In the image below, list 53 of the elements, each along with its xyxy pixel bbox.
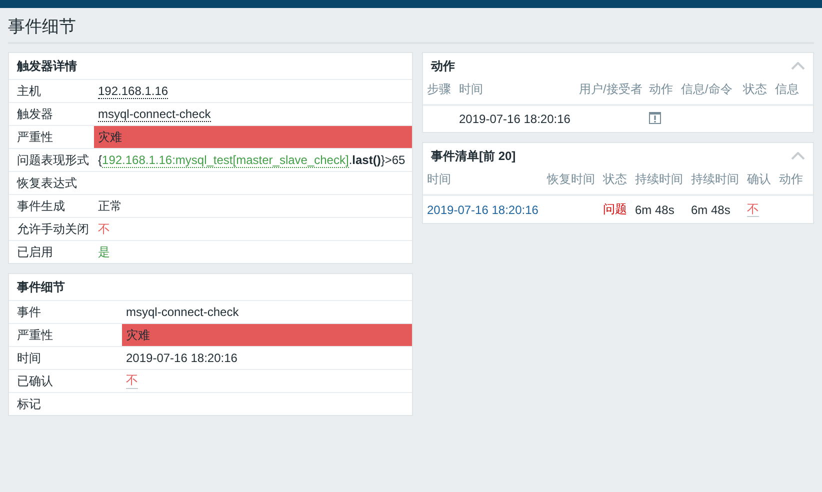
column-header: 状态 bbox=[599, 169, 631, 195]
field-label: 恢复表达式 bbox=[16, 174, 78, 192]
collapse-icon[interactable] bbox=[791, 62, 805, 70]
field-label: 已启用 bbox=[16, 244, 54, 260]
column-header: 恢复时间 bbox=[541, 169, 599, 195]
collapse-icon[interactable] bbox=[791, 152, 805, 160]
link-text[interactable]: msyql-connect-check bbox=[98, 106, 211, 122]
panel-title: 动作 bbox=[431, 58, 455, 74]
column-header: 信息 bbox=[771, 79, 813, 105]
value-text: msyql-connect-check bbox=[126, 305, 239, 319]
table-cell: 2019-07-16 18:20:16 bbox=[455, 105, 575, 132]
value-text: 正常 bbox=[98, 198, 122, 214]
severity-cell: 灾难 bbox=[94, 126, 412, 148]
column-header: 持续时间 bbox=[687, 169, 743, 195]
column-header: 时间 bbox=[423, 169, 541, 195]
table-cell: 6m 48s bbox=[687, 195, 743, 223]
acknowledged-link[interactable]: 不 bbox=[747, 202, 759, 217]
field-label: 时间 bbox=[16, 350, 42, 366]
column-header: 时间 bbox=[455, 79, 575, 105]
panel-title: 事件清单[前 20] bbox=[431, 148, 516, 164]
column-header: 信息/命令 bbox=[677, 79, 739, 105]
table-cell: 6m 48s bbox=[631, 195, 687, 223]
field-label: 事件生成 bbox=[16, 198, 66, 214]
severity-cell: 灾难 bbox=[122, 324, 412, 346]
field-label: 严重性 bbox=[16, 128, 54, 146]
panel-title: 触发器详情 bbox=[17, 58, 77, 74]
value-text: 是 bbox=[98, 244, 110, 260]
field-label: 触发器 bbox=[16, 106, 54, 122]
event-time-link[interactable]: 2019-07-16 18:20:16 bbox=[427, 202, 538, 216]
field-label: 问题表现形式 bbox=[16, 152, 90, 168]
column-header: 步骤 bbox=[423, 79, 455, 105]
field-label: 事件 bbox=[16, 304, 42, 320]
column-header: 动作 bbox=[775, 169, 813, 195]
column-header: 确认 bbox=[743, 169, 775, 195]
item-link[interactable]: 192.168.1.16:mysql_test[master_slave_check] bbox=[102, 153, 349, 168]
column-header: 状态 bbox=[739, 79, 771, 105]
page-title: 事件细节 bbox=[8, 16, 76, 38]
link-text[interactable]: 192.168.1.16 bbox=[98, 84, 168, 98]
field-label: 已确认 bbox=[16, 372, 54, 390]
panel-title: 事件细节 bbox=[17, 278, 65, 296]
expression-text: {192.168.1.16:mysql_test[master_slave_check].last()}>65 bbox=[98, 153, 406, 167]
value-text: 2019-07-16 18:20:16 bbox=[126, 351, 238, 365]
value-text: 不 bbox=[98, 220, 110, 238]
status-text: 问题 bbox=[603, 202, 627, 216]
column-header: 用户/接受者 bbox=[575, 79, 645, 105]
column-header: 持续时间 bbox=[631, 169, 687, 195]
column-header: 动作 bbox=[645, 79, 677, 105]
value-text[interactable]: 不 bbox=[126, 373, 138, 389]
field-label: 允许手动关闭 bbox=[16, 220, 90, 238]
calendar-alert-icon bbox=[649, 111, 661, 124]
field-label: 主机 bbox=[16, 82, 42, 100]
field-label: 严重性 bbox=[16, 326, 54, 344]
field-label: 标记 bbox=[16, 396, 42, 412]
